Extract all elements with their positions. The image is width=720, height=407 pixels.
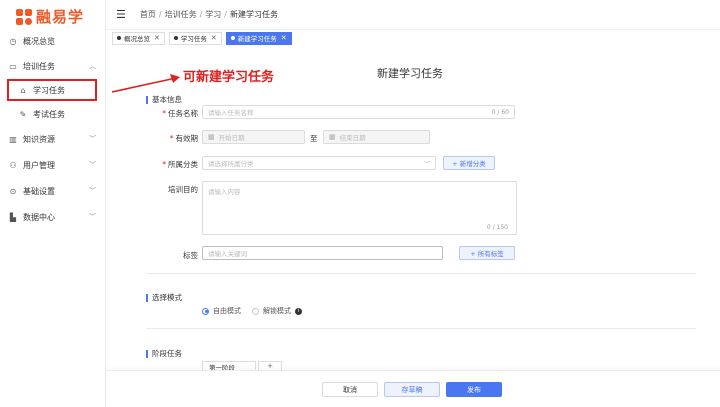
start-date-input[interactable]: ▦ 开始日期 (202, 130, 305, 144)
sidebar-item-label: 概况总览 (23, 36, 55, 46)
brand-name: 融易学 (36, 8, 85, 26)
tab-bar: 概况总览 ✕ 学习任务 ✕ 新建学习任务 ✕ (106, 30, 720, 46)
cancel-button[interactable]: 取消 (322, 382, 378, 397)
sidebar: 融易学 ◷ 概况总览 ▭ 培训任务 ︿ ⌂ 学习任务 ✎ 考试任务 ▥ 知识资源… (0, 0, 106, 407)
tab-overview[interactable]: 概况总览 ✕ (112, 31, 165, 45)
sidebar-item-users[interactable]: ⚇ 用户管理 ﹀ (0, 155, 106, 175)
mode-unlock-radio[interactable]: 解锁模式 i (252, 306, 302, 316)
validity-label: * 有效期 (169, 134, 198, 143)
section-stage-tasks: 阶段任务 (146, 348, 182, 359)
sidebar-item-label: 用户管理 (23, 160, 55, 170)
sidebar-item-label: 知识资源 (23, 134, 55, 144)
add-category-button[interactable]: + 新增分类 (443, 156, 495, 170)
pen-icon: ✎ (19, 109, 27, 119)
brand-logo[interactable]: 融易学 (16, 6, 84, 27)
book-icon: ▥ (9, 134, 17, 144)
goal-textarea[interactable]: 请输入内容 0 / 150 (202, 181, 517, 235)
calendar-icon: ▦ (208, 133, 215, 141)
tab-label: 新建学习任务 (237, 35, 277, 43)
tab-label: 学习任务 (180, 35, 207, 43)
chart-icon: ▙ (9, 212, 17, 222)
publish-button[interactable]: 发布 (446, 382, 502, 397)
radio-unchecked-icon (252, 307, 259, 315)
sidebar-item-settings[interactable]: ⊙ 基础设置 ﹀ (0, 181, 106, 201)
page-title: 新建学习任务 (377, 67, 443, 80)
tab-new-learning-task[interactable]: 新建学习任务 ✕ (225, 31, 292, 45)
sidebar-item-exam-tasks[interactable]: ✎ 考试任务 (0, 104, 106, 124)
tags-input[interactable]: 请输入关键词 (202, 246, 443, 260)
goal-counter: 0 / 150 (486, 224, 508, 231)
logo-mark-icon (16, 8, 32, 25)
breadcrumb-training[interactable]: 培训任务 (165, 10, 197, 19)
chevron-down-icon: ﹀ (89, 135, 96, 143)
calendar-icon: ▦ (329, 133, 336, 141)
breadcrumb-learning[interactable]: 学习 (205, 10, 221, 19)
dot-icon (173, 36, 178, 40)
dot-icon (117, 36, 121, 40)
radio-checked-icon (202, 307, 209, 315)
tab-label: 概况总览 (124, 35, 150, 43)
date-range-separator: 至 (310, 134, 318, 143)
chevron-down-icon: ﹀ (89, 161, 96, 169)
sidebar-item-label: 培训任务 (23, 61, 55, 71)
menu-fold-icon[interactable]: ☰ (116, 8, 126, 21)
annotation-text: 可新建学习任务 (183, 70, 275, 85)
tags-label: 标签 (183, 251, 198, 260)
highlight-box (7, 79, 97, 101)
folder-icon: ▭ (9, 61, 17, 71)
close-icon[interactable]: ✕ (211, 34, 217, 42)
sidebar-item-training-tasks[interactable]: ▭ 培训任务 ︿ (0, 56, 106, 76)
settings-icon: ⊙ (9, 186, 17, 196)
task-name-counter: 0 / 60 (491, 108, 509, 116)
dot-icon (230, 36, 235, 40)
breadcrumb-home[interactable]: 首页 (140, 10, 156, 19)
goal-label: 培训目的 (168, 185, 198, 194)
breadcrumb: 首页 / 培训任务 / 学习 / 新建学习任务 (139, 10, 278, 19)
chevron-down-icon: ﹀ (89, 213, 96, 221)
chevron-down-icon: ﹀ (423, 160, 430, 168)
section-divider (146, 328, 696, 329)
all-tags-button[interactable]: + 所有标签 (459, 246, 515, 260)
sidebar-item-overview[interactable]: ◷ 概况总览 (0, 31, 106, 51)
mode-free-radio[interactable]: 自由模式 (202, 306, 241, 316)
footer-actions: 取消 存草稿 发布 (106, 370, 720, 407)
sidebar-item-data-center[interactable]: ▙ 数据中心 ﹀ (0, 207, 106, 227)
save-draft-button[interactable]: 存草稿 (384, 382, 440, 397)
top-header: ☰ 首页 / 培训任务 / 学习 / 新建学习任务 (106, 0, 720, 30)
section-basic-info: 基本信息 (146, 94, 182, 105)
sidebar-item-label: 考试任务 (33, 109, 65, 119)
end-date-input[interactable]: ▦ 结束日期 (323, 130, 430, 144)
category-label: * 所属分类 (162, 160, 198, 169)
section-divider (146, 273, 696, 274)
info-icon[interactable]: i (295, 307, 302, 315)
category-select[interactable]: 请选择所属分类 ﹀ (202, 156, 436, 170)
tab-learning-tasks[interactable]: 学习任务 ✕ (168, 31, 222, 45)
close-icon[interactable]: ✕ (281, 34, 287, 42)
chevron-down-icon: ﹀ (89, 187, 96, 195)
sidebar-item-label: 基础设置 (23, 186, 55, 196)
annotation-arrow-icon (111, 74, 180, 93)
section-mode: 选择模式 (146, 292, 182, 303)
close-icon[interactable]: ✕ (154, 34, 160, 42)
users-icon: ⚇ (9, 160, 17, 170)
breadcrumb-current: 新建学习任务 (229, 10, 278, 19)
task-name-label: * 任务名称 (162, 109, 198, 118)
chevron-up-icon: ︿ (89, 62, 96, 70)
sidebar-item-label: 数据中心 (23, 212, 55, 222)
task-name-input[interactable]: 请输入任务名称 0 / 60 (202, 105, 515, 119)
dashboard-icon: ◷ (9, 36, 17, 46)
sidebar-item-knowledge[interactable]: ▥ 知识资源 ﹀ (0, 129, 106, 149)
